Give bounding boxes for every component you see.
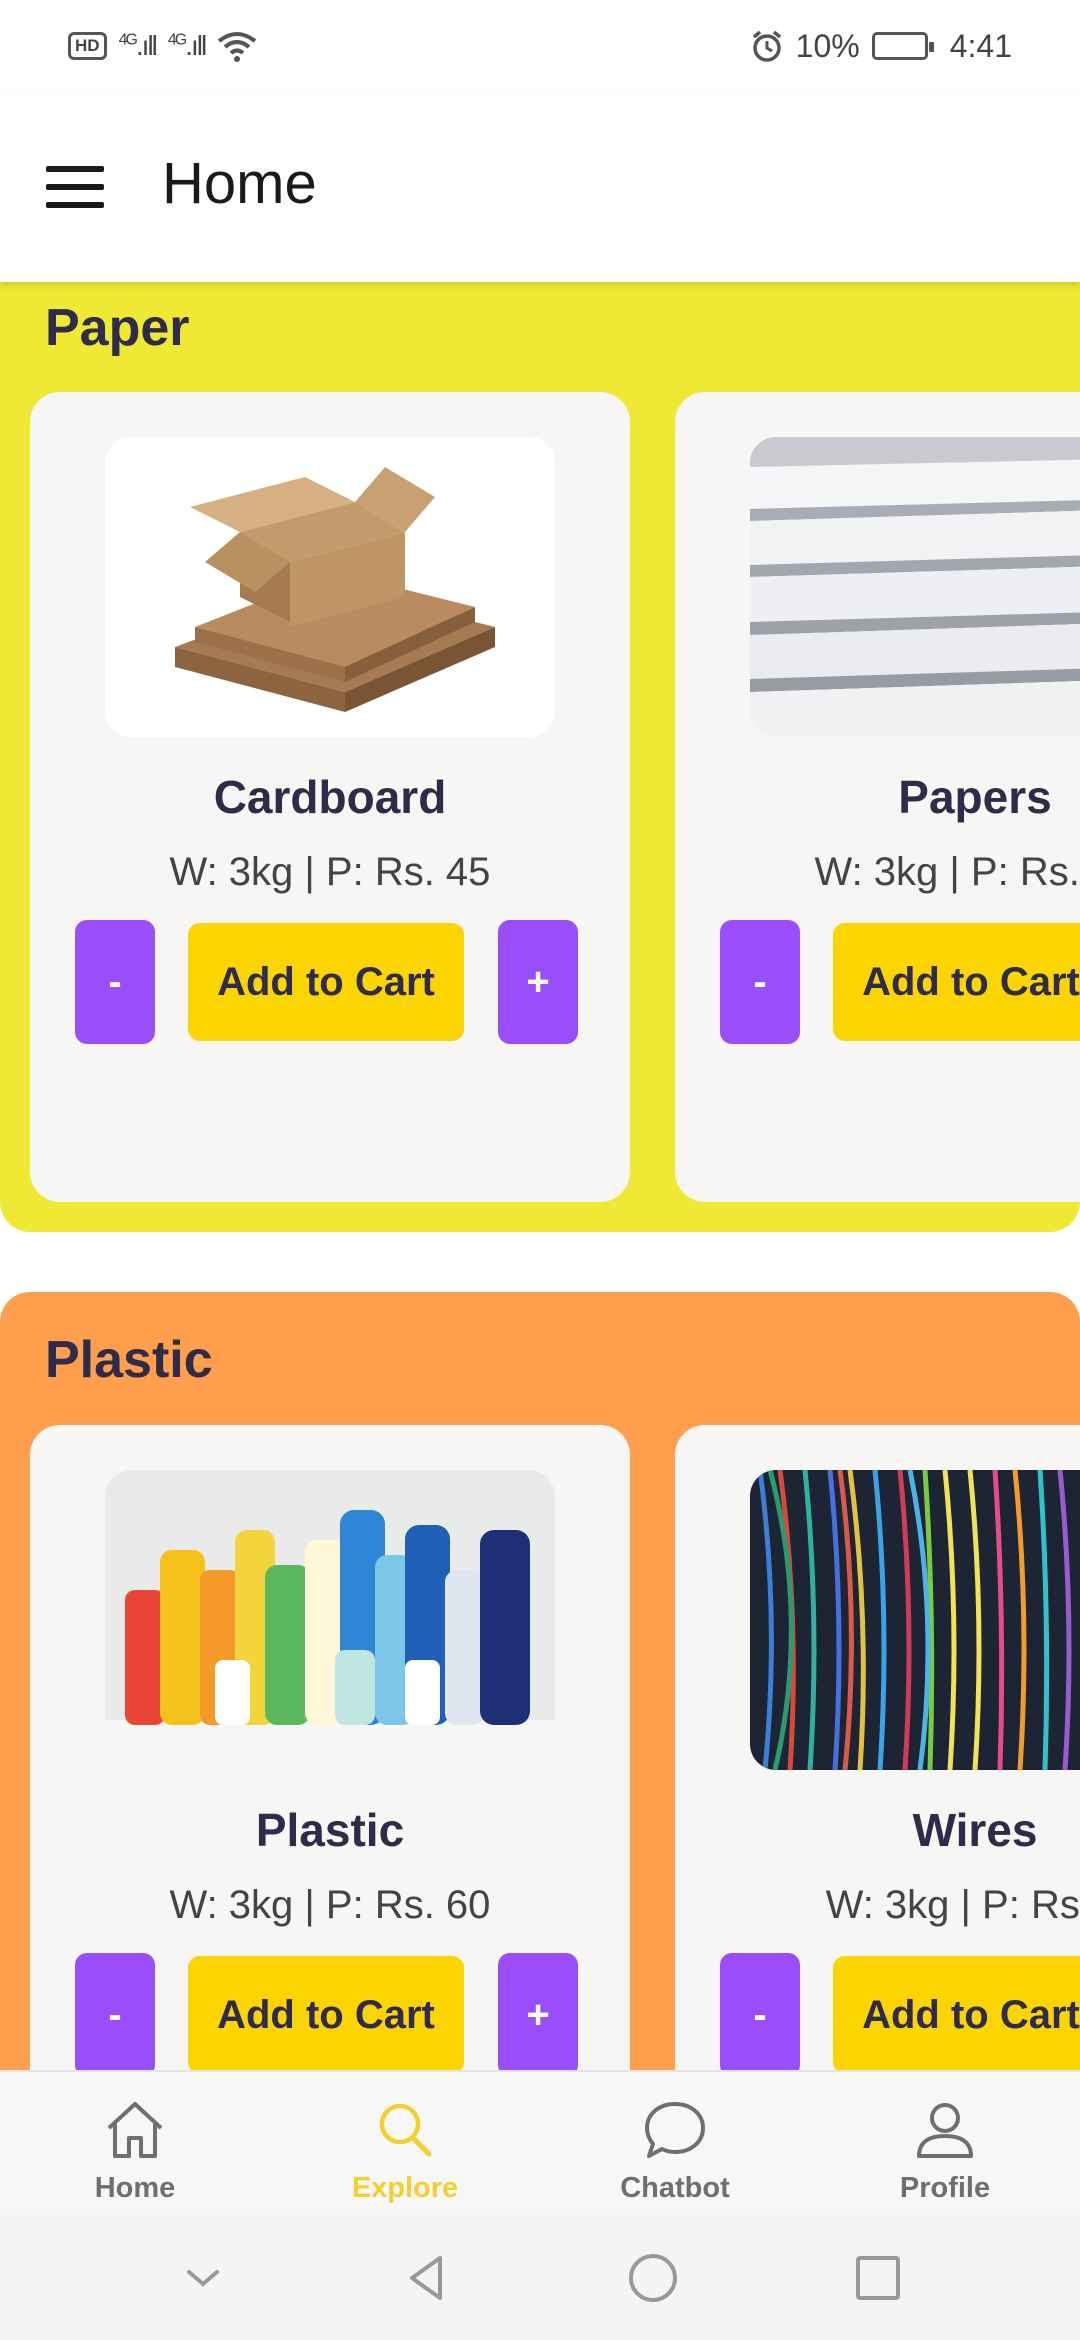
product-card-wires[interactable]: Wires W: 3kg | P: Rs. 1 - Add to Cart + xyxy=(675,1425,1080,2092)
battery-percent: 10% xyxy=(795,27,860,64)
person-icon xyxy=(917,2103,973,2158)
decrease-quantity-button[interactable]: - xyxy=(720,1953,800,2077)
back-icon[interactable] xyxy=(400,2250,456,2306)
nav-label: Chatbot xyxy=(620,2172,730,2204)
status-right: 10% 4:41 xyxy=(750,28,1012,65)
status-bar: HD 4G.ıll 4G.ıll 10% 4:41 xyxy=(0,0,1080,92)
plastic-bottles-image xyxy=(105,1470,555,1770)
wifi-icon xyxy=(218,32,257,62)
decrease-quantity-button[interactable]: - xyxy=(75,920,155,1044)
hamburger-menu-icon[interactable] xyxy=(46,166,104,208)
product-name: Plastic xyxy=(255,1804,405,1856)
increase-quantity-button[interactable]: + xyxy=(498,1953,578,2077)
product-meta: W: 3kg | P: Rs. 45 xyxy=(169,850,491,894)
home-circle-icon[interactable] xyxy=(625,2250,681,2306)
nav-label: Home xyxy=(94,2172,176,2204)
signal-icon: 4G.ıll xyxy=(118,30,158,61)
product-name: Papers xyxy=(898,771,1052,823)
menu-line xyxy=(46,202,104,208)
category-section-plastic: Plastic Plastic W: 3kg | P: Rs. 60 - Add… xyxy=(0,1292,1080,2092)
clock: 4:41 xyxy=(949,27,1012,64)
app-bar: Home xyxy=(0,92,1080,282)
search-icon xyxy=(379,2103,432,2157)
signal-icon-2: 4G.ıll xyxy=(167,30,207,61)
decrease-quantity-button[interactable]: - xyxy=(720,920,800,1044)
nav-item-home[interactable]: Home xyxy=(0,2072,270,2215)
cardboard-boxes-image xyxy=(105,437,555,737)
product-card-cardboard[interactable]: Cardboard W: 3kg | P: Rs. 45 - Add to Ca… xyxy=(30,392,630,1202)
nav-item-profile[interactable]: Profile xyxy=(810,2072,1080,2215)
battery-icon xyxy=(871,32,934,60)
menu-line xyxy=(46,166,104,172)
alarm-icon xyxy=(752,30,781,62)
section-title: Plastic xyxy=(45,1331,213,1389)
menu-line xyxy=(46,184,104,190)
nav-label: Profile xyxy=(899,2172,991,2204)
add-to-cart-button[interactable]: Add to Cart xyxy=(188,1956,464,2074)
product-meta: W: 3kg | P: Rs. 45 xyxy=(814,850,1080,894)
status-left: HD 4G.ıll 4G.ıll xyxy=(68,29,257,63)
colored-wires-image xyxy=(750,1470,1080,1770)
nav-label: Explore xyxy=(351,2172,459,2204)
page-title: Home xyxy=(162,151,317,216)
nav-item-chatbot[interactable]: Chatbot xyxy=(540,2072,810,2215)
chevron-down-icon[interactable] xyxy=(175,2250,231,2306)
nav-item-explore[interactable]: Explore xyxy=(270,2072,540,2215)
product-card-plastic[interactable]: Plastic W: 3kg | P: Rs. 60 - Add to Cart… xyxy=(30,1425,630,2092)
product-name: Cardboard xyxy=(213,771,447,823)
paper-stack-image xyxy=(750,437,1080,737)
add-to-cart-button[interactable]: Add to Cart xyxy=(188,923,464,1041)
home-icon xyxy=(107,2102,163,2158)
chat-bubble-icon xyxy=(645,2102,705,2158)
section-title: Paper xyxy=(45,299,190,357)
product-card-papers[interactable]: Papers W: 3kg | P: Rs. 45 - Add to Cart … xyxy=(675,392,1080,1202)
bottom-nav: Home Explore Chatbot Profile xyxy=(0,2070,1080,2215)
decrease-quantity-button[interactable]: - xyxy=(75,1953,155,2077)
add-to-cart-button[interactable]: Add to Cart xyxy=(833,923,1080,1041)
increase-quantity-button[interactable]: + xyxy=(498,920,578,1044)
recents-square-icon[interactable] xyxy=(850,2250,906,2306)
system-nav-bar xyxy=(0,2215,1080,2340)
add-to-cart-button[interactable]: Add to Cart xyxy=(833,1956,1080,2074)
screen: HD 4G.ıll 4G.ıll 10% 4:41 Home Paper Car… xyxy=(0,0,1080,2340)
product-name: Wires xyxy=(912,1804,1038,1856)
hd-badge: HD xyxy=(68,32,107,60)
product-meta: W: 3kg | P: Rs. 1 xyxy=(825,1883,1080,1927)
category-section-paper: Paper Cardboard W: 3kg | P: Rs. 45 - Add… xyxy=(0,282,1080,1232)
product-meta: W: 3kg | P: Rs. 60 xyxy=(169,1883,491,1927)
